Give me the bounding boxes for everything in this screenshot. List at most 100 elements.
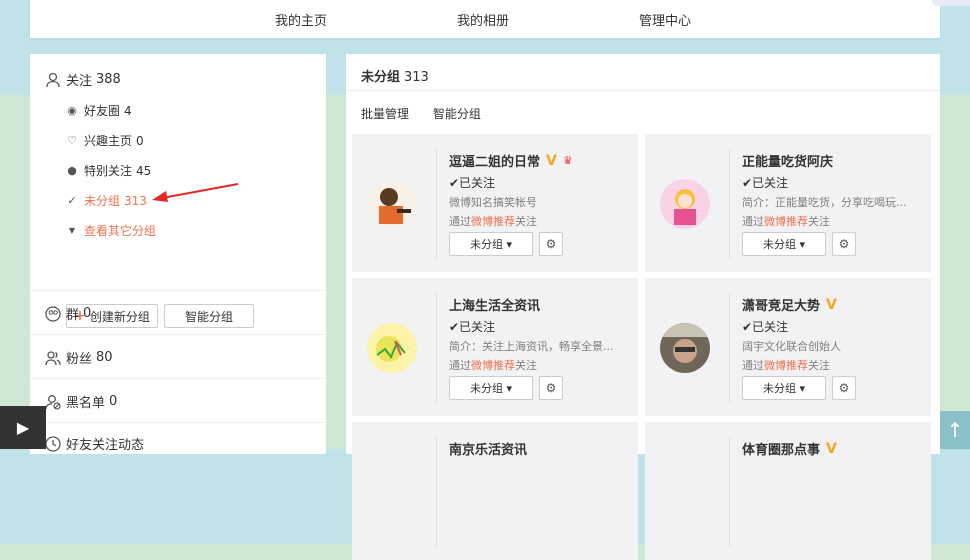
- sidebar-follow[interactable]: 关注 388: [45, 70, 121, 89]
- nav-my-album[interactable]: 我的相册: [457, 10, 509, 29]
- settings-icon[interactable]: ⚙: [539, 376, 563, 400]
- circle-target-icon: ◉: [67, 104, 77, 117]
- avatar[interactable]: [660, 323, 710, 373]
- corner-widget: [932, 0, 970, 6]
- follow-source: 通过微博推荐关注: [449, 213, 537, 229]
- sidebar-item-ungrouped[interactable]: ✓ 未分组 313: [66, 192, 147, 209]
- divider: [729, 437, 730, 547]
- group-dropdown[interactable]: 未分组 ▾: [449, 376, 533, 400]
- smart-group-label: 智能分组: [184, 309, 233, 324]
- avatar[interactable]: [660, 179, 710, 229]
- sidebar-item-count: 313: [124, 193, 147, 208]
- batch-manage-button[interactable]: 批量管理: [361, 107, 409, 121]
- friends-activity-icon: [45, 435, 61, 452]
- via-link[interactable]: 微博推荐: [764, 359, 808, 372]
- divider: [729, 149, 730, 259]
- group-dropdown[interactable]: 未分组 ▾: [742, 232, 826, 256]
- user-name-text: 上海生活全资讯: [449, 299, 541, 314]
- main-panel: 未分组 313 批量管理 智能分组 逗逼二姐的日常 V ♛ ✔已关注 微博知名搞笑帐号…: [346, 54, 940, 560]
- more-groups-label: 查看其它分组: [84, 224, 157, 238]
- user-name[interactable]: 逗逼二姐的日常 V ♛: [449, 151, 573, 171]
- top-nav: 我的主页 我的相册 管理中心: [30, 0, 940, 38]
- sidebar-item-label: 兴趣主页: [84, 134, 133, 148]
- heart-outline-icon: ♡: [67, 134, 77, 147]
- via-prefix: 通过: [449, 359, 471, 372]
- user-card: 体育圈那点事 V: [645, 422, 931, 560]
- page-title: 未分组 313: [361, 66, 429, 85]
- follow-source: 通过微博推荐关注: [742, 357, 830, 373]
- via-link[interactable]: 微博推荐: [764, 215, 808, 228]
- settings-icon[interactable]: ⚙: [832, 376, 856, 400]
- sidebar: 关注 388 ◉ 好友圈 4 ♡ 兴趣主页 0 ● 特别关注 45 ✓ 未分组 …: [30, 54, 326, 454]
- annotation-arrow-icon: [152, 183, 239, 202]
- person-icon: [46, 72, 60, 87]
- via-prefix: 通过: [742, 359, 764, 372]
- play-icon: ▶: [16, 418, 30, 437]
- sidebar-item-count: 4: [124, 103, 132, 118]
- user-description: 简介：正能量吃货，分享吃喝玩...: [742, 196, 907, 209]
- user-name[interactable]: 正能量吃货阿庆: [742, 151, 833, 170]
- user-card: 南京乐活资讯: [352, 422, 638, 560]
- follow-source: 通过微博推荐关注: [449, 357, 537, 373]
- via-prefix: 通过: [742, 215, 764, 228]
- sidebar-item-special-follow[interactable]: ● 特别关注 45: [66, 162, 151, 179]
- create-group-label: 创建新分组: [89, 309, 150, 324]
- video-play-button[interactable]: ▶: [0, 406, 46, 449]
- sidebar-fans[interactable]: 粉丝 80: [45, 348, 113, 367]
- smart-group-button[interactable]: 智能分组: [164, 304, 254, 328]
- sidebar-item-count: 45: [136, 163, 152, 178]
- sidebar-item-interest-pages[interactable]: ♡ 兴趣主页 0: [66, 132, 144, 149]
- via-link[interactable]: 微博推荐: [471, 215, 515, 228]
- divider: [436, 437, 437, 547]
- nav-admin-center[interactable]: 管理中心: [639, 10, 691, 29]
- via-suffix: 关注: [808, 359, 830, 372]
- user-description: 微博知名搞笑帐号: [449, 196, 537, 209]
- vip-crown-icon: ♛: [562, 154, 573, 167]
- via-prefix: 通过: [449, 215, 471, 228]
- user-card: 逗逼二姐的日常 V ♛ ✔已关注 微博知名搞笑帐号 通过微博推荐关注 未分组 ▾ ⚙: [352, 134, 638, 272]
- follow-status: ✔已关注: [449, 176, 496, 190]
- smart-group-tab[interactable]: 智能分组: [433, 107, 481, 121]
- sidebar-section-label: 群: [66, 308, 80, 323]
- verified-v-icon: V: [546, 152, 557, 169]
- sidebar-section-label: 粉丝: [66, 352, 93, 367]
- divider: [436, 293, 437, 403]
- group-dropdown[interactable]: 未分组 ▾: [742, 376, 826, 400]
- user-card: 正能量吃货阿庆 ✔已关注 简介：正能量吃货，分享吃喝玩... 通过微博推荐关注 …: [645, 134, 931, 272]
- settings-icon[interactable]: ⚙: [832, 232, 856, 256]
- avatar[interactable]: [367, 323, 417, 373]
- verified-v-icon: V: [826, 296, 837, 313]
- sidebar-friends-activity[interactable]: 好友关注动态: [45, 434, 144, 453]
- toolbar: 批量管理 智能分组: [361, 105, 501, 122]
- divider: [30, 290, 326, 291]
- user-name[interactable]: 潇哥竞足大势 V: [742, 295, 837, 315]
- user-name-text: 逗逼二姐的日常: [449, 155, 541, 170]
- sidebar-item-count: 0: [136, 133, 144, 148]
- via-suffix: 关注: [515, 215, 537, 228]
- sidebar-item-friends-circle[interactable]: ◉ 好友圈 4: [66, 102, 132, 119]
- sidebar-blacklist[interactable]: 黑名单 0: [45, 392, 117, 411]
- avatar[interactable]: [367, 179, 417, 229]
- back-to-top-button[interactable]: ↑: [940, 411, 970, 449]
- divider: [30, 334, 326, 335]
- user-description: 简介：关注上海资讯，畅享全景...: [449, 340, 614, 353]
- user-name[interactable]: 上海生活全资讯: [449, 295, 540, 314]
- sidebar-more-groups[interactable]: ▼ 查看其它分组: [66, 222, 156, 239]
- dot-icon: ●: [67, 164, 77, 177]
- via-link[interactable]: 微博推荐: [471, 359, 515, 372]
- settings-icon[interactable]: ⚙: [539, 232, 563, 256]
- page-title-text: 未分组: [361, 70, 401, 85]
- user-name-text: 潇哥竞足大势: [742, 299, 821, 314]
- check-icon: ✓: [67, 194, 77, 207]
- follow-status: ✔已关注: [742, 176, 789, 190]
- sidebar-section-label: 黑名单: [66, 396, 106, 411]
- sidebar-section-label: 好友关注动态: [66, 438, 145, 453]
- divider: [346, 90, 940, 91]
- sidebar-item-label: 特别关注: [84, 164, 133, 178]
- group-dropdown[interactable]: 未分组 ▾: [449, 232, 533, 256]
- follow-source: 通过微博推荐关注: [742, 213, 830, 229]
- sidebar-groups[interactable]: 群 0: [45, 304, 91, 323]
- divider: [30, 378, 326, 379]
- user-card: 上海生活全资讯 ✔已关注 简介：关注上海资讯，畅享全景... 通过微博推荐关注 …: [352, 278, 638, 416]
- nav-my-home[interactable]: 我的主页: [275, 10, 327, 29]
